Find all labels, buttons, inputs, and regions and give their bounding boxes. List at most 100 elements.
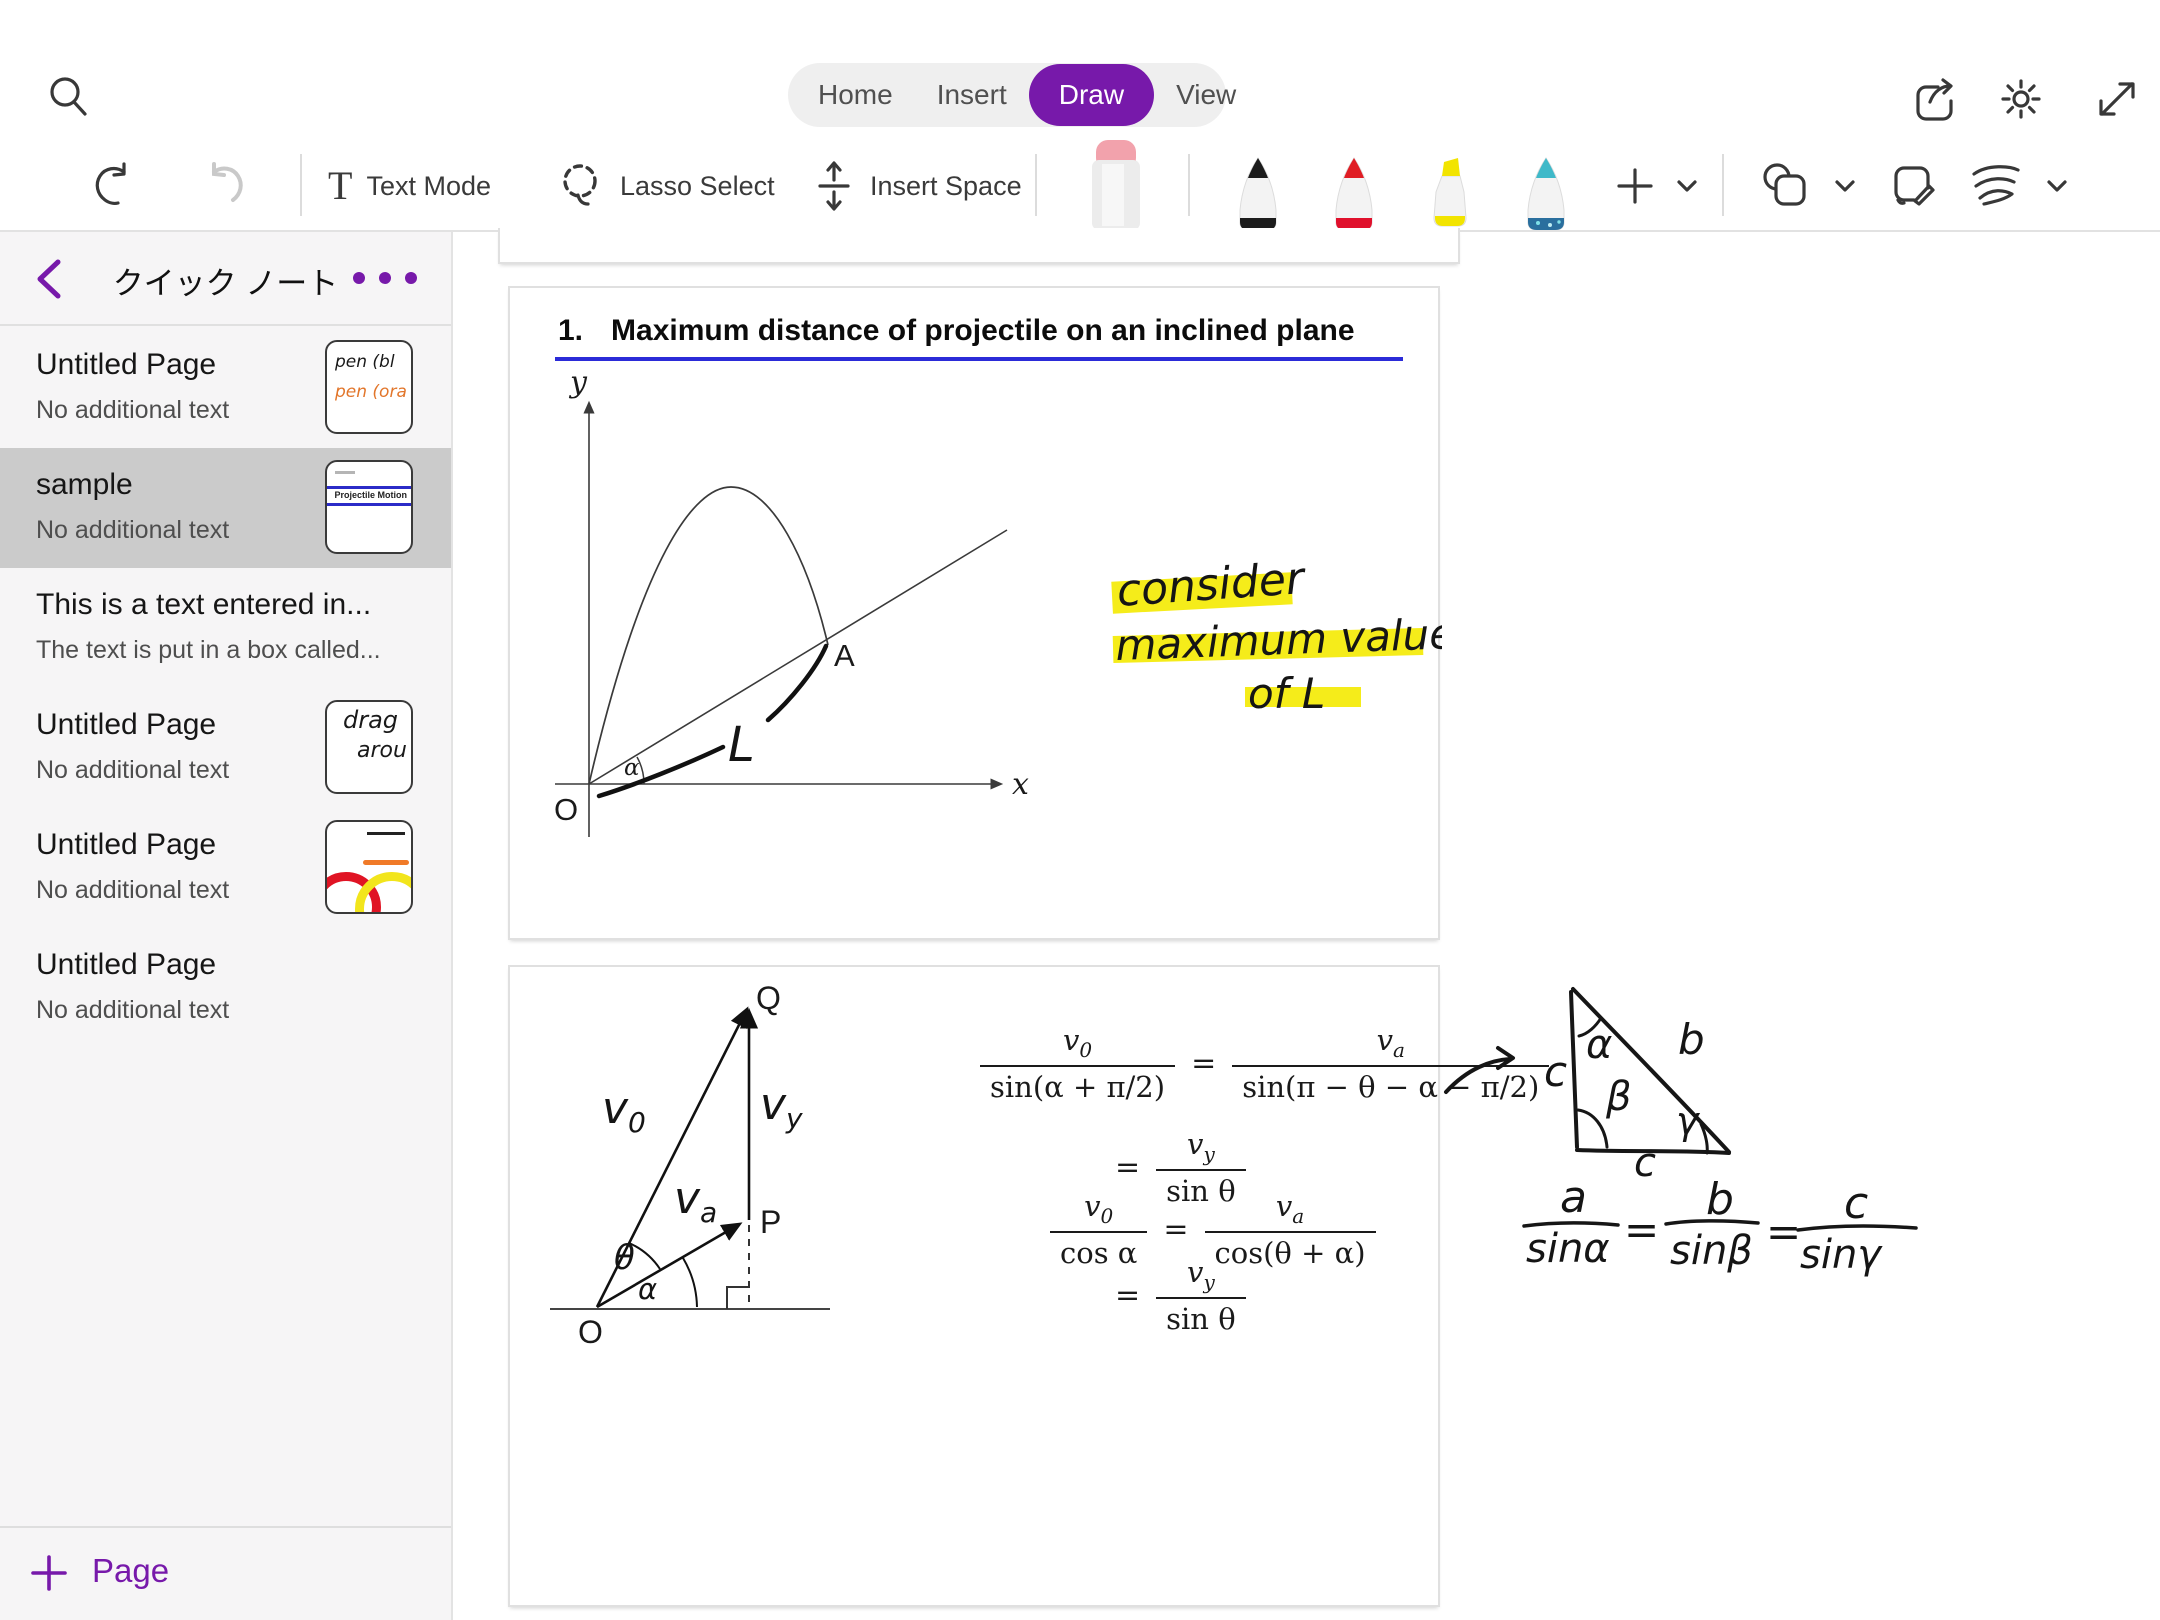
sine-rule-sina: sinα	[1526, 1226, 1610, 1272]
side-b: b	[1678, 1015, 1705, 1064]
svg-text:=: =	[1624, 1205, 1659, 1254]
heading-underline	[555, 357, 1403, 361]
topbar: Home Insert Draw View	[0, 0, 2160, 140]
page-thumbnail: pen (bl pen (ora	[325, 340, 413, 434]
page-list-item[interactable]: This is a text entered in... The text is…	[0, 568, 451, 688]
content-box-projectile[interactable]: 1. Maximum distance of projectile on an …	[508, 286, 1440, 940]
theta-label: θ	[614, 1238, 635, 1278]
y-axis-label: y	[568, 365, 588, 400]
eraser-tool[interactable]	[1084, 138, 1148, 230]
add-page-button[interactable]: Page	[0, 1526, 451, 1620]
page-list-item-selected[interactable]: sample No additional text Projectile Mot…	[0, 448, 451, 568]
fraction-bar	[1666, 1221, 1758, 1224]
redo-button[interactable]	[200, 140, 252, 232]
share-icon[interactable]	[1908, 74, 1958, 124]
angle-beta: β	[1605, 1074, 1632, 1120]
annotation-line3: of L	[1248, 669, 1325, 718]
point-q-label: Q	[756, 980, 781, 1016]
page-thumbnail	[325, 820, 413, 914]
settings-gear-icon[interactable]	[1996, 74, 2046, 124]
page-list-item[interactable]: Untitled Page No additional text drag ar…	[0, 688, 451, 808]
note-canvas[interactable]: 1. Maximum distance of projectile on an …	[453, 232, 2160, 1620]
va-label: va	[674, 1173, 717, 1229]
toolbar-divider	[1035, 154, 1037, 216]
pen-galaxy-teal[interactable]	[1516, 156, 1576, 230]
distance-l-label: L	[728, 717, 755, 773]
side-bottom: c	[1634, 1140, 1656, 1186]
sine-rule-b: b	[1706, 1174, 1734, 1225]
expand-fullscreen-icon[interactable]	[2092, 74, 2142, 124]
fraction-bar	[1798, 1226, 1916, 1230]
chevron-down-icon	[1676, 179, 1698, 193]
page-list-item[interactable]: Untitled Page No additional text	[0, 808, 451, 928]
ribbon-tabs: Home Insert Draw View	[788, 63, 1226, 127]
origin-label: O	[554, 792, 578, 827]
lasso-icon	[556, 159, 606, 213]
heading-text: Maximum distance of projectile on an inc…	[611, 314, 1354, 348]
ink-note-icon	[1888, 160, 1940, 212]
shapes-icon	[1758, 160, 1814, 212]
annotation-line2: maximum value	[1115, 609, 1442, 670]
toolbar-divider	[300, 154, 302, 216]
angle-gamma: γ	[1676, 1099, 1701, 1143]
page-list-item[interactable]: Untitled Page No additional text	[0, 928, 451, 1048]
insert-space-button[interactable]: Insert Space	[812, 140, 1022, 232]
sine-rule-a: a	[1560, 1172, 1587, 1223]
page-thumbnail: drag arou	[325, 700, 413, 794]
draw-toolbar: T Text Mode Lasso Select Insert Space	[0, 140, 2160, 232]
page-list-sidebar: クイック ノート Untitled Page No additional tex…	[0, 232, 453, 1620]
content-box-vectors[interactable]: Q P O v0 vy va θ α v0sin(α + π/2) = vasi…	[508, 965, 1440, 1607]
chevron-down-icon	[2046, 179, 2068, 193]
x-axis-label: x	[1012, 767, 1029, 802]
equation-1: v0sin(α + π/2) = vasin(π − θ − α − π/2)	[980, 1023, 1549, 1104]
text-mode-button[interactable]: T Text Mode	[328, 140, 491, 232]
toolbar-divider	[1188, 154, 1190, 216]
pen-black[interactable]	[1228, 156, 1288, 230]
undo-button[interactable]	[86, 140, 138, 232]
content-box-partial[interactable]	[498, 228, 1460, 264]
equation-4: = vysin θ	[1115, 1255, 1246, 1336]
v0-label: v0	[602, 1083, 646, 1139]
origin-label: O	[578, 1314, 603, 1350]
alpha-label: α	[624, 755, 640, 781]
ink-to-shape-button[interactable]	[1966, 140, 2068, 232]
fraction-bar	[1524, 1223, 1618, 1226]
tab-view[interactable]: View	[1154, 64, 1258, 126]
tab-insert[interactable]: Insert	[915, 64, 1029, 126]
shapes-button[interactable]	[1758, 140, 1856, 232]
onenote-app: Home Insert Draw View	[0, 0, 2160, 1620]
svg-text:=: =	[1766, 1207, 1801, 1256]
highlighter-yellow[interactable]	[1420, 156, 1480, 230]
text-mode-icon: T	[328, 166, 352, 206]
more-options-icon[interactable]	[349, 268, 421, 288]
add-pen-button[interactable]	[1614, 140, 1698, 232]
annotation-line1: consider	[1115, 553, 1308, 617]
point-p-label: P	[760, 1204, 781, 1240]
chevron-down-icon	[1834, 179, 1856, 193]
heading-number: 1.	[558, 314, 583, 348]
page-list-item[interactable]: Untitled Page No additional text pen (bl…	[0, 328, 451, 448]
sine-rule-sinb: sinβ	[1670, 1228, 1753, 1274]
alpha-label: α	[638, 1272, 657, 1306]
vy-label: vy	[760, 1079, 803, 1135]
page-thumbnail: Projectile Motion	[325, 460, 413, 554]
angle-alpha: α	[1586, 1022, 1612, 1068]
point-a-label: A	[834, 638, 855, 673]
page-list: Untitled Page No additional text pen (bl…	[0, 328, 451, 1048]
sine-rule-sing: sinγ	[1800, 1232, 1883, 1278]
ink-annotate-button[interactable]	[1888, 140, 1940, 232]
plus-icon	[30, 1554, 68, 1592]
pen-red[interactable]	[1324, 156, 1384, 230]
insert-space-icon	[812, 158, 856, 214]
section-heading: 1. Maximum distance of projectile on an …	[558, 314, 1355, 348]
search-icon[interactable]	[44, 72, 94, 122]
handwritten-sine-rule: α β γ b c c a sinα = b sinβ = c sinγ	[1440, 950, 2000, 1330]
lasso-select-button[interactable]: Lasso Select	[556, 140, 775, 232]
toolbar-divider	[1722, 154, 1724, 216]
sidebar-header: クイック ノート	[0, 232, 451, 326]
tab-draw[interactable]: Draw	[1029, 64, 1154, 126]
tab-home[interactable]: Home	[796, 64, 915, 126]
scribble-icon	[1966, 160, 2026, 212]
sine-rule-c: c	[1844, 1178, 1868, 1229]
projectile-graph: y x O A α L consider maximum value of L	[510, 288, 1442, 942]
